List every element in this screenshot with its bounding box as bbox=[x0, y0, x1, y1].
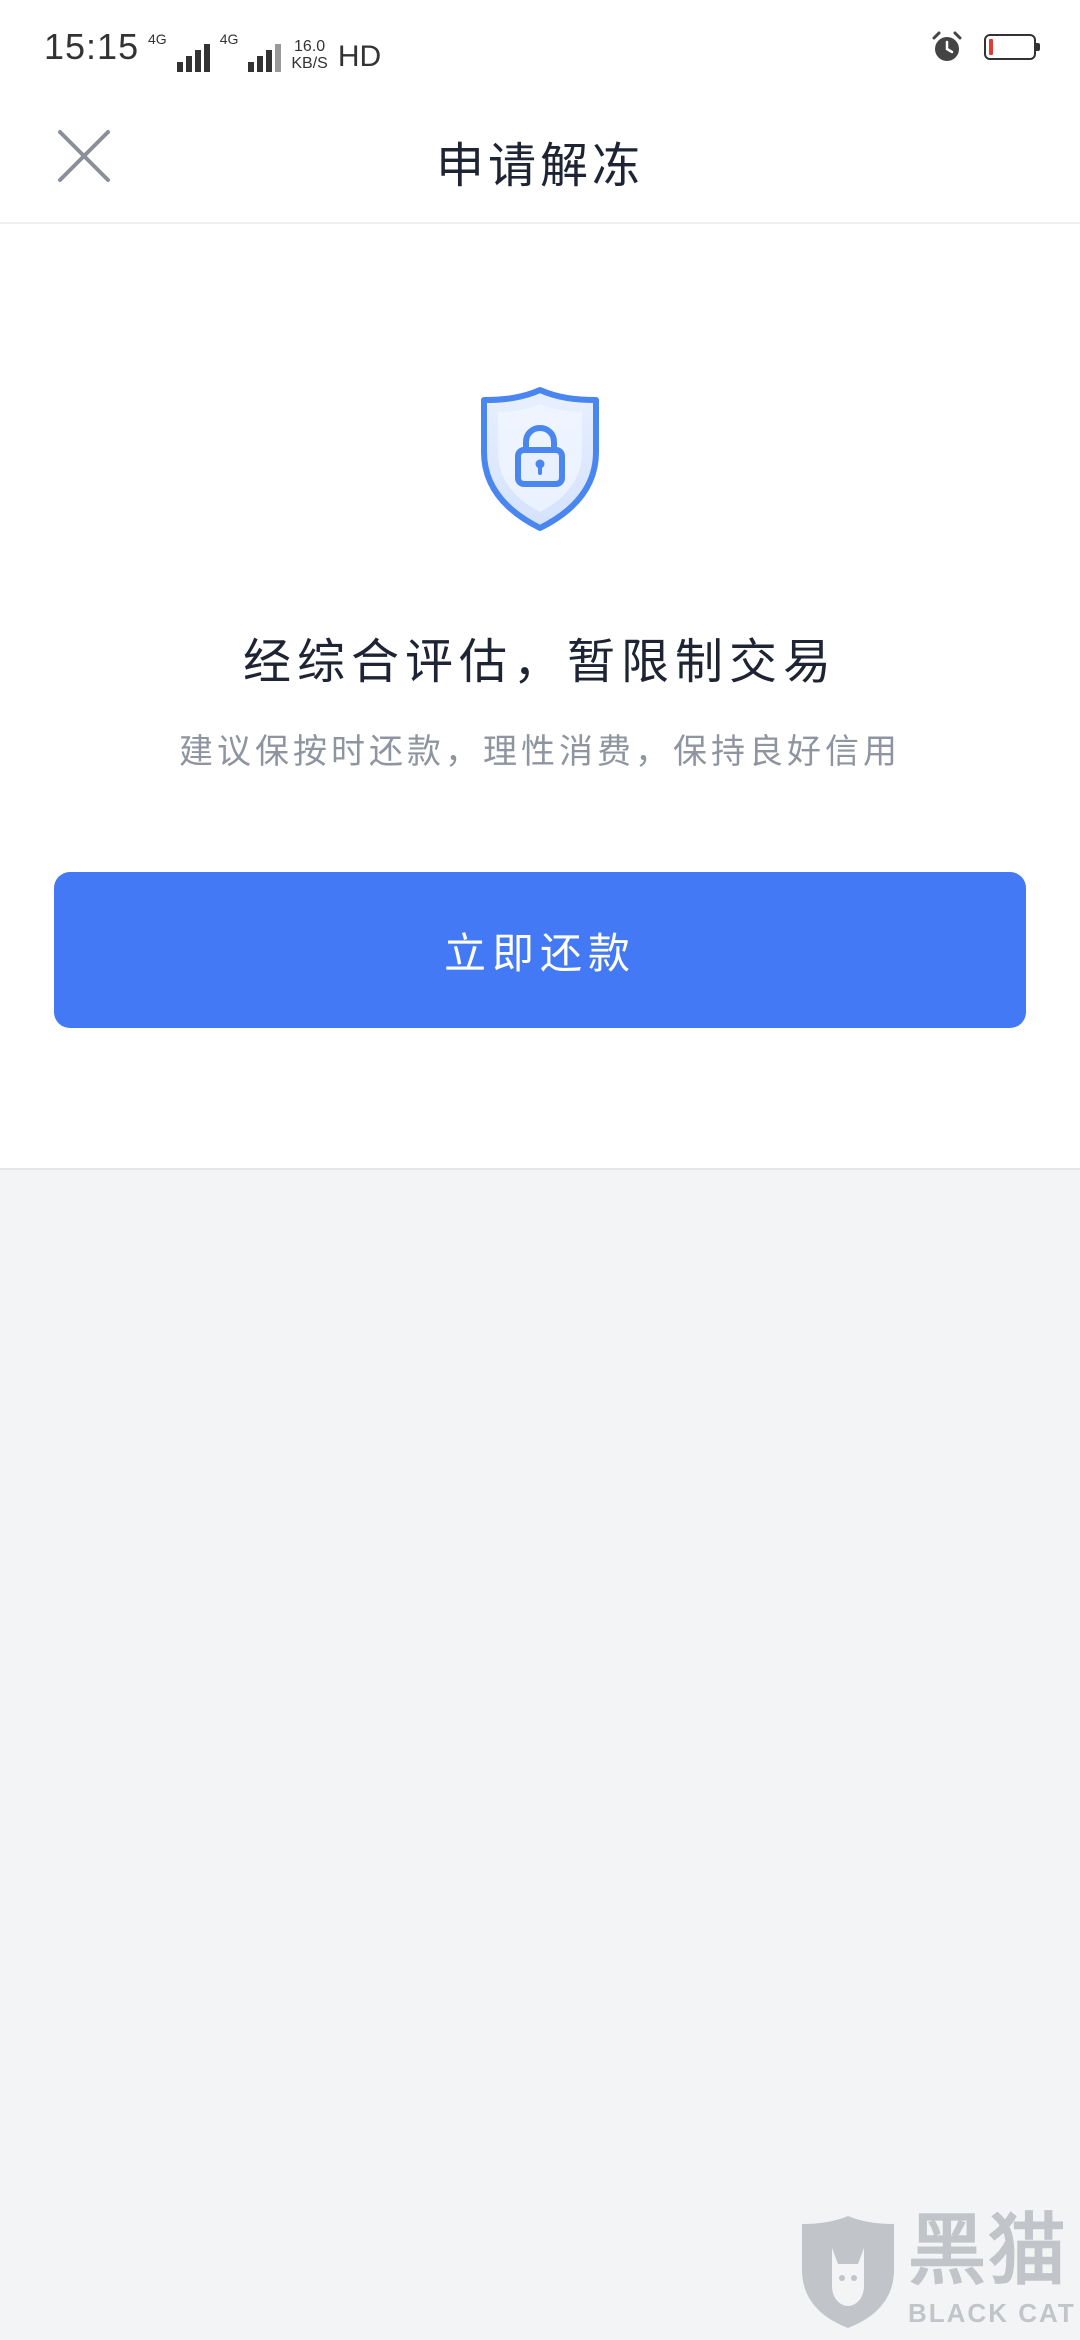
network-speed: 16.0 KB/S bbox=[291, 38, 327, 72]
status-time: 15:15 bbox=[44, 26, 140, 67]
network-type-label: 4G bbox=[148, 31, 167, 47]
battery-icon bbox=[984, 34, 1040, 60]
signal-icon bbox=[176, 42, 210, 72]
shield-lock-icon bbox=[481, 387, 599, 531]
alarm-icon bbox=[932, 31, 962, 61]
status-bar: 15:15 4G 4G 16.0 KB/S HD bbox=[0, 0, 1080, 100]
signal-icon-2 bbox=[248, 42, 282, 72]
speed-value: 16.0 bbox=[294, 38, 326, 55]
watermark-en: BLACK CAT bbox=[908, 2298, 1076, 2328]
page-title: 申请解冻 bbox=[435, 138, 644, 194]
speed-unit: KB/S bbox=[291, 55, 328, 72]
hd-label: HD bbox=[337, 40, 382, 73]
network-type-label-2: 4G bbox=[219, 31, 239, 47]
status-right-icons bbox=[930, 30, 1040, 64]
advice-message: 建议保按时还款，理性消费，保持良好信用 bbox=[179, 732, 901, 772]
status-indicators: 4G 4G 16.0 KB/S HD bbox=[148, 32, 381, 72]
battery-level bbox=[989, 39, 993, 55]
watermark-logo: 黑猫 BLACK CAT bbox=[796, 2212, 1076, 2332]
repay-now-button[interactable]: 立即还款 bbox=[54, 872, 1026, 1028]
header-bar: 申请解冻 bbox=[0, 100, 1080, 224]
restriction-message: 经综合评估，暂限制交易 bbox=[242, 634, 837, 690]
cat-shield-icon bbox=[802, 2216, 894, 2328]
content-panel: 15:15 4G 4G 16.0 KB/S HD 申请解冻 经综合评估，暂限制交… bbox=[0, 0, 1080, 1170]
watermark-cn: 黑猫 bbox=[908, 2206, 1069, 2296]
